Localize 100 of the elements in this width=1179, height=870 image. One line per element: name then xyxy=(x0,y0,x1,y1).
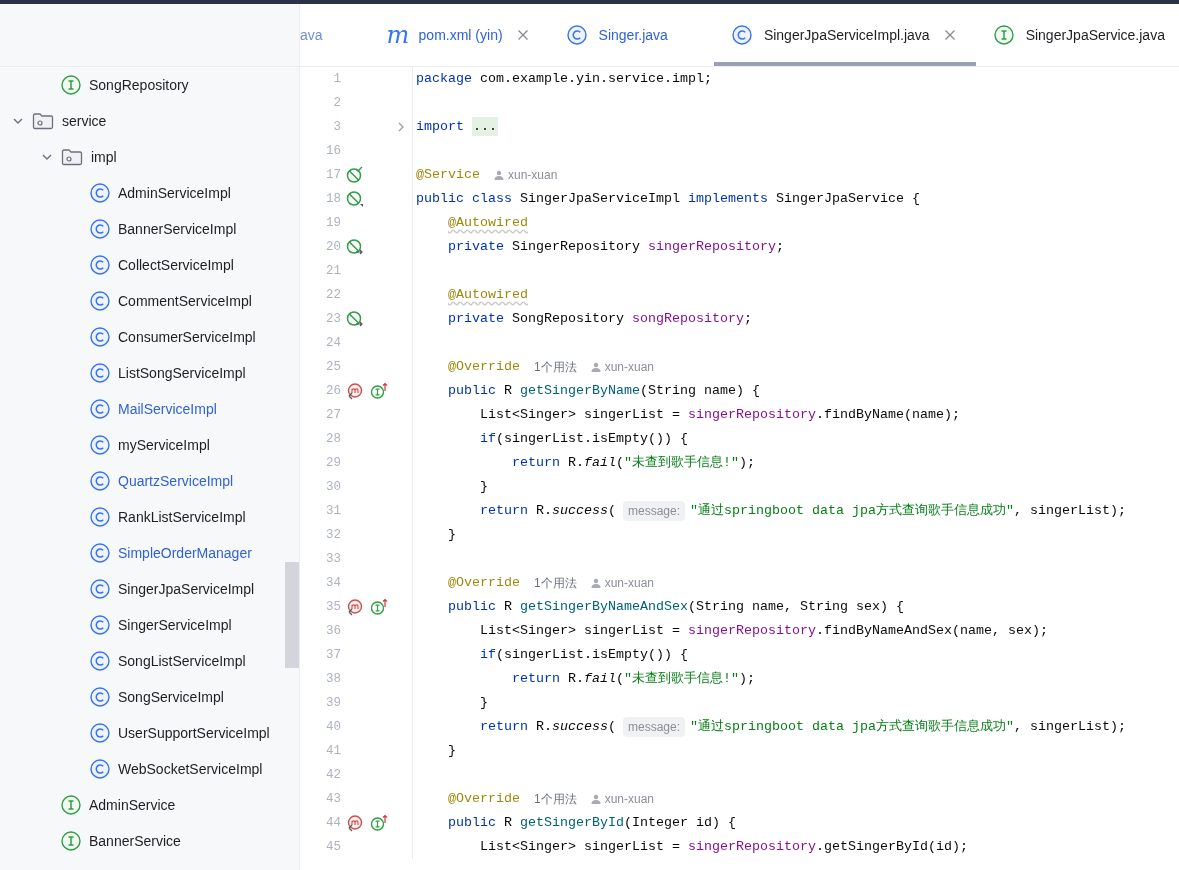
code-text: private SingerRepository singerRepository; xyxy=(447,238,784,256)
tree-item[interactable]: AdminService xyxy=(61,794,176,816)
class-icon xyxy=(90,183,110,203)
line-number: 1 xyxy=(332,70,341,88)
code-text: @Override xyxy=(447,358,520,376)
code-text: return R.success( xyxy=(479,502,616,520)
line-number: 40 xyxy=(325,718,341,736)
code-text: public R getSingerByName(String name) { xyxy=(447,382,760,400)
tree-item[interactable]: RankListServiceImpl xyxy=(90,506,246,528)
line-number: 37 xyxy=(325,646,341,664)
override-method-icon xyxy=(346,382,364,400)
line-number: 43 xyxy=(325,790,341,808)
class-icon xyxy=(90,363,110,383)
person-icon xyxy=(494,170,504,180)
line-number: 44 xyxy=(325,814,341,832)
line-number: 17 xyxy=(325,166,341,184)
folder-icon xyxy=(32,112,54,130)
code-text: } xyxy=(447,742,456,760)
scrollbar-thumb[interactable] xyxy=(285,562,299,668)
tree-item[interactable]: QuartzServiceImpl xyxy=(90,470,234,492)
parameter-hint: message: xyxy=(623,717,686,737)
tree-item[interactable]: SimpleOrderManager xyxy=(90,542,252,564)
code-text: @Override xyxy=(447,574,520,592)
tree-item[interactable]: CommentServiceImpl xyxy=(90,290,252,312)
person-icon xyxy=(590,578,601,588)
line-number: 28 xyxy=(325,430,341,448)
editor-tab[interactable]: SingerJpaService.java xyxy=(975,4,1179,66)
code-text: if(singerList.isEmpty()) { xyxy=(479,430,688,448)
injection-icon xyxy=(346,310,364,328)
tree-item[interactable]: impl xyxy=(61,146,117,168)
implements-icon xyxy=(370,814,388,832)
code-text: public class SingerJpaServiceImpl implements SingerJpaService { xyxy=(416,190,920,208)
line-number: 19 xyxy=(325,214,341,232)
line-number: 21 xyxy=(325,262,341,280)
editor-tab[interactable]: SingerJpaServiceImpl.java xyxy=(713,4,976,66)
code-text: "通过springboot data jpa方式查询歌手信息成功", singerList); xyxy=(690,502,1126,520)
line-number: 2 xyxy=(332,94,341,112)
line-number: 34 xyxy=(325,574,341,592)
injection-icon xyxy=(346,238,364,256)
class-icon xyxy=(90,651,110,671)
code-text: "通过springboot data jpa方式查询歌手信息成功", singerList); xyxy=(690,718,1126,736)
tree-item[interactable]: ConsumerServiceImpl xyxy=(90,326,256,348)
class-icon xyxy=(90,399,110,419)
line-number: 24 xyxy=(325,334,341,352)
line-number: 26 xyxy=(325,382,341,400)
class-icon xyxy=(90,687,110,707)
tree-item[interactable]: ListSongServiceImpl xyxy=(90,362,246,384)
tree-item[interactable]: SongRepository xyxy=(61,74,189,96)
tree-item[interactable]: AdminServiceImpl xyxy=(90,182,231,204)
line-number: 31 xyxy=(325,502,341,520)
line-number: 22 xyxy=(325,286,341,304)
close-icon[interactable] xyxy=(943,29,956,41)
override-method-icon xyxy=(346,814,364,832)
usages-hint[interactable]: 1个用法 xyxy=(534,358,577,376)
line-number: 16 xyxy=(325,142,341,160)
class-icon xyxy=(90,219,110,239)
close-icon[interactable] xyxy=(516,29,529,41)
line-number: 20 xyxy=(325,238,341,256)
tree-item[interactable]: SongServiceImpl xyxy=(90,686,224,708)
usages-hint[interactable]: 1个用法 xyxy=(534,790,577,808)
bean-icon xyxy=(346,190,364,208)
tree-item[interactable]: SingerServiceImpl xyxy=(90,614,232,636)
code-text: public R getSingerById(Integer id) { xyxy=(447,814,736,832)
tree-item[interactable]: MailServiceImpl xyxy=(90,398,217,420)
code-text: List<Singer> singerList = singerRepository.findByNameAndSex(name, sex); xyxy=(479,622,1048,640)
line-number: 38 xyxy=(325,670,341,688)
person-icon xyxy=(590,794,601,804)
code-text: return R.success( xyxy=(479,718,616,736)
editor-tab[interactable]: Singer.java xyxy=(548,4,714,66)
code-text: public R getSingerByNameAndSex(String name, String sex) { xyxy=(447,598,904,616)
tree-item[interactable]: BannerService xyxy=(61,830,181,852)
line-number: 29 xyxy=(325,454,341,472)
implements-icon xyxy=(370,598,388,616)
tree-item[interactable]: CollectServiceImpl xyxy=(90,254,234,276)
code-text: import ... xyxy=(416,117,498,137)
line-number: 41 xyxy=(325,742,341,760)
line-number: 3 xyxy=(332,118,341,136)
parameter-hint: message: xyxy=(623,501,686,521)
class-icon xyxy=(566,25,587,45)
code-text: List<Singer> singerList = singerRepository.getSingerById(id); xyxy=(479,838,968,856)
override-method-icon xyxy=(346,598,364,616)
tree-item[interactable]: BannerServiceImpl xyxy=(90,218,237,240)
tree-item[interactable]: UserSupportServiceImpl xyxy=(90,722,270,744)
tree-item[interactable]: myServiceImpl xyxy=(90,434,210,456)
line-number: 35 xyxy=(325,598,341,616)
line-number: 42 xyxy=(325,766,341,784)
class-icon xyxy=(90,255,110,275)
line-number: 45 xyxy=(325,838,341,856)
code-text: private SongRepository songRepository; xyxy=(447,310,752,328)
person-icon xyxy=(590,362,601,372)
tree-item[interactable]: WebSocketServiceImpl xyxy=(90,758,263,780)
class-icon xyxy=(90,507,110,527)
editor-tab[interactable]: m pom.xml (yin) xyxy=(368,4,549,66)
tree-item[interactable]: service xyxy=(32,110,107,132)
tree-item[interactable]: SongListServiceImpl xyxy=(90,650,246,672)
class-icon xyxy=(90,435,110,455)
tree-item[interactable]: SingerJpaServiceImpl xyxy=(90,578,255,600)
line-number: 25 xyxy=(325,358,341,376)
usages-hint[interactable]: 1个用法 xyxy=(534,574,577,592)
class-icon xyxy=(90,471,110,491)
